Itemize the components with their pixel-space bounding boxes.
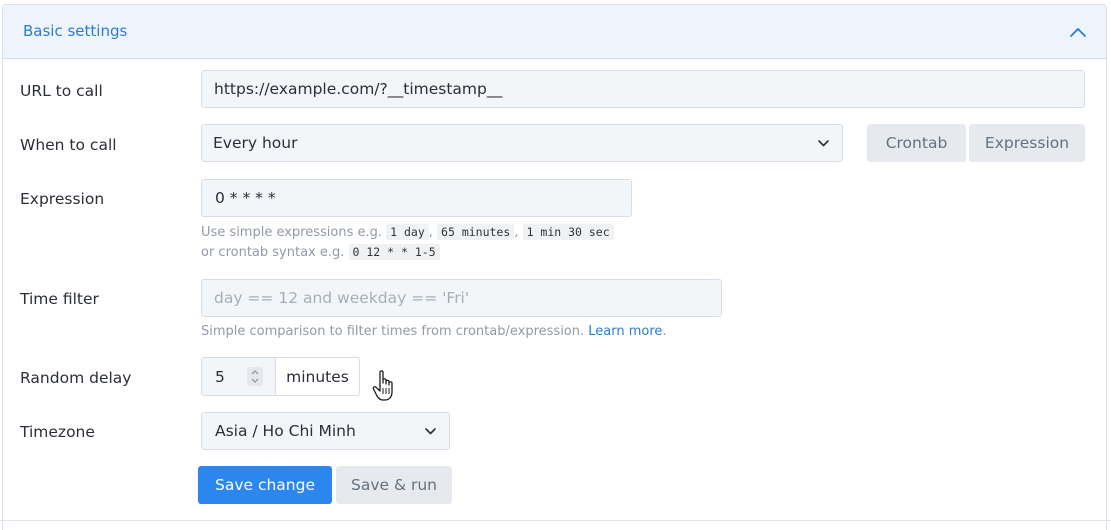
when-select[interactable]: Every hour bbox=[201, 124, 843, 162]
expression-hint-prefix: Use simple expressions e.g. bbox=[201, 225, 383, 240]
expression-input[interactable]: 0 * * * * bbox=[201, 179, 632, 217]
time-filter-placeholder: day == 12 and weekday == 'Fri' bbox=[214, 289, 470, 307]
timezone-select[interactable]: Asia / Ho Chi Minh bbox=[201, 412, 450, 450]
random-delay-unit: minutes bbox=[286, 367, 349, 386]
chevron-down-icon bbox=[425, 428, 436, 435]
timezone-label: Timezone bbox=[20, 423, 95, 441]
url-input[interactable]: https://example.com/?__timestamp__ bbox=[201, 70, 1085, 108]
spinner-arrows-icon[interactable] bbox=[247, 367, 263, 386]
random-delay-value: 5 bbox=[215, 367, 225, 386]
example-code-1: 1 day bbox=[386, 224, 429, 240]
crontab-button[interactable]: Crontab bbox=[867, 124, 966, 162]
expression-hint-line2: or crontab syntax e.g. 0 12 * * 1-5 bbox=[201, 244, 440, 260]
expression-input-value: 0 * * * * bbox=[215, 189, 276, 207]
learn-more-link[interactable]: Learn more bbox=[588, 324, 662, 339]
time-filter-input[interactable]: day == 12 and weekday == 'Fri' bbox=[201, 279, 722, 317]
example-code-2: 65 minutes bbox=[437, 224, 515, 240]
panel-header[interactable]: Basic settings bbox=[3, 5, 1106, 59]
time-filter-label: Time filter bbox=[20, 290, 99, 308]
timezone-select-value: Asia / Ho Chi Minh bbox=[215, 422, 356, 440]
time-filter-hint-text: Simple comparison to filter times from c… bbox=[201, 324, 585, 339]
random-delay-group: 5 minutes bbox=[201, 357, 360, 396]
random-delay-label: Random delay bbox=[20, 369, 132, 387]
chevron-up-icon[interactable] bbox=[1068, 22, 1088, 42]
crontab-example-code: 0 12 * * 1-5 bbox=[348, 244, 440, 260]
url-label: URL to call bbox=[20, 82, 103, 100]
url-input-value: https://example.com/?__timestamp__ bbox=[214, 80, 503, 98]
expression-button[interactable]: Expression bbox=[969, 124, 1085, 162]
save-and-run-button[interactable]: Save & run bbox=[336, 466, 452, 504]
save-change-button[interactable]: Save change bbox=[198, 466, 332, 504]
panel-title: Basic settings bbox=[23, 22, 128, 40]
expression-hint-line1: Use simple expressions e.g. 1 day, 65 mi… bbox=[201, 224, 614, 240]
hand-pointer-cursor-icon bbox=[372, 370, 393, 401]
time-filter-hint: Simple comparison to filter times from c… bbox=[201, 324, 667, 339]
when-label: When to call bbox=[20, 136, 117, 154]
when-select-value: Every hour bbox=[213, 134, 298, 152]
crontab-hint-prefix: or crontab syntax e.g. bbox=[201, 245, 345, 260]
example-code-3: 1 min 30 sec bbox=[522, 224, 614, 240]
chevron-down-icon bbox=[818, 140, 829, 147]
random-delay-stepper[interactable]: 5 bbox=[202, 358, 276, 395]
expression-label: Expression bbox=[20, 190, 105, 208]
panel-divider bbox=[0, 520, 1111, 521]
